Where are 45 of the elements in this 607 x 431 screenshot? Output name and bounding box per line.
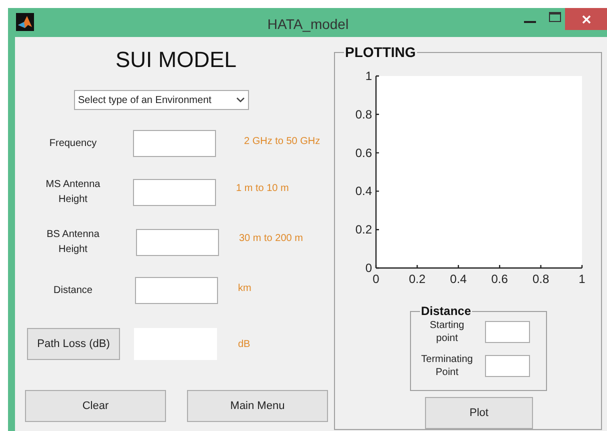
tick-label: 1 xyxy=(365,69,372,83)
tick-label: 0 xyxy=(365,261,372,275)
input-field[interactable] xyxy=(133,178,216,206)
dropdown-value: Select type of an Environment xyxy=(78,94,212,108)
range-hint: 30 m to 200 m xyxy=(239,232,303,246)
input-field[interactable] xyxy=(136,228,219,256)
group-title: Distance xyxy=(420,305,472,317)
minimize-icon[interactable] xyxy=(524,18,536,24)
tick-label: 0.4 xyxy=(355,184,372,198)
input-field[interactable] xyxy=(485,321,530,343)
range-hint: 1 m to 10 m xyxy=(236,182,289,196)
tick-label: 0 xyxy=(372,272,380,286)
input-field[interactable] xyxy=(135,277,218,304)
clear-button[interactable]: Clear xyxy=(25,390,166,422)
field-label: Starting point xyxy=(428,319,466,345)
field-label: BS Antenna Height xyxy=(46,228,100,257)
field-label: Distance xyxy=(52,284,94,298)
close-icon xyxy=(582,14,590,24)
tick-label: 1 xyxy=(578,272,586,286)
tick-label: 0.2 xyxy=(408,272,426,286)
app-icon xyxy=(16,13,34,31)
tick-label: 0.4 xyxy=(450,272,467,286)
window-title: HATA_model xyxy=(266,15,350,34)
field-label: MS Antenna Height xyxy=(44,178,102,207)
tick-label: 0.2 xyxy=(355,222,372,237)
heading: SUI MODEL xyxy=(115,46,237,74)
input-field[interactable] xyxy=(133,130,216,157)
input-field[interactable] xyxy=(485,355,530,377)
close-button[interactable] xyxy=(565,8,607,30)
unit-label: dB xyxy=(238,338,250,352)
range-hint: km xyxy=(238,282,252,296)
range-hint: 2 GHz to 50 GHz xyxy=(244,135,320,149)
maximize-icon[interactable] xyxy=(549,12,561,22)
field-label: Frequency xyxy=(48,137,98,151)
caret-icon xyxy=(236,97,245,103)
tick-label: 0.6 xyxy=(491,272,508,286)
tick-label: 0.6 xyxy=(355,146,372,160)
panel-title: PLOTTING xyxy=(344,45,417,59)
plot-button[interactable]: Plot xyxy=(425,397,533,429)
main-menu-button[interactable]: Main Menu xyxy=(187,390,328,422)
path-loss-button[interactable]: Path Loss (dB) xyxy=(27,328,120,360)
tick-label: 0.8 xyxy=(532,272,550,286)
tick-label: 0.8 xyxy=(355,107,372,122)
environment-dropdown[interactable]: Select type of an Environment xyxy=(74,90,249,110)
field-label: Terminating Point xyxy=(420,353,474,379)
